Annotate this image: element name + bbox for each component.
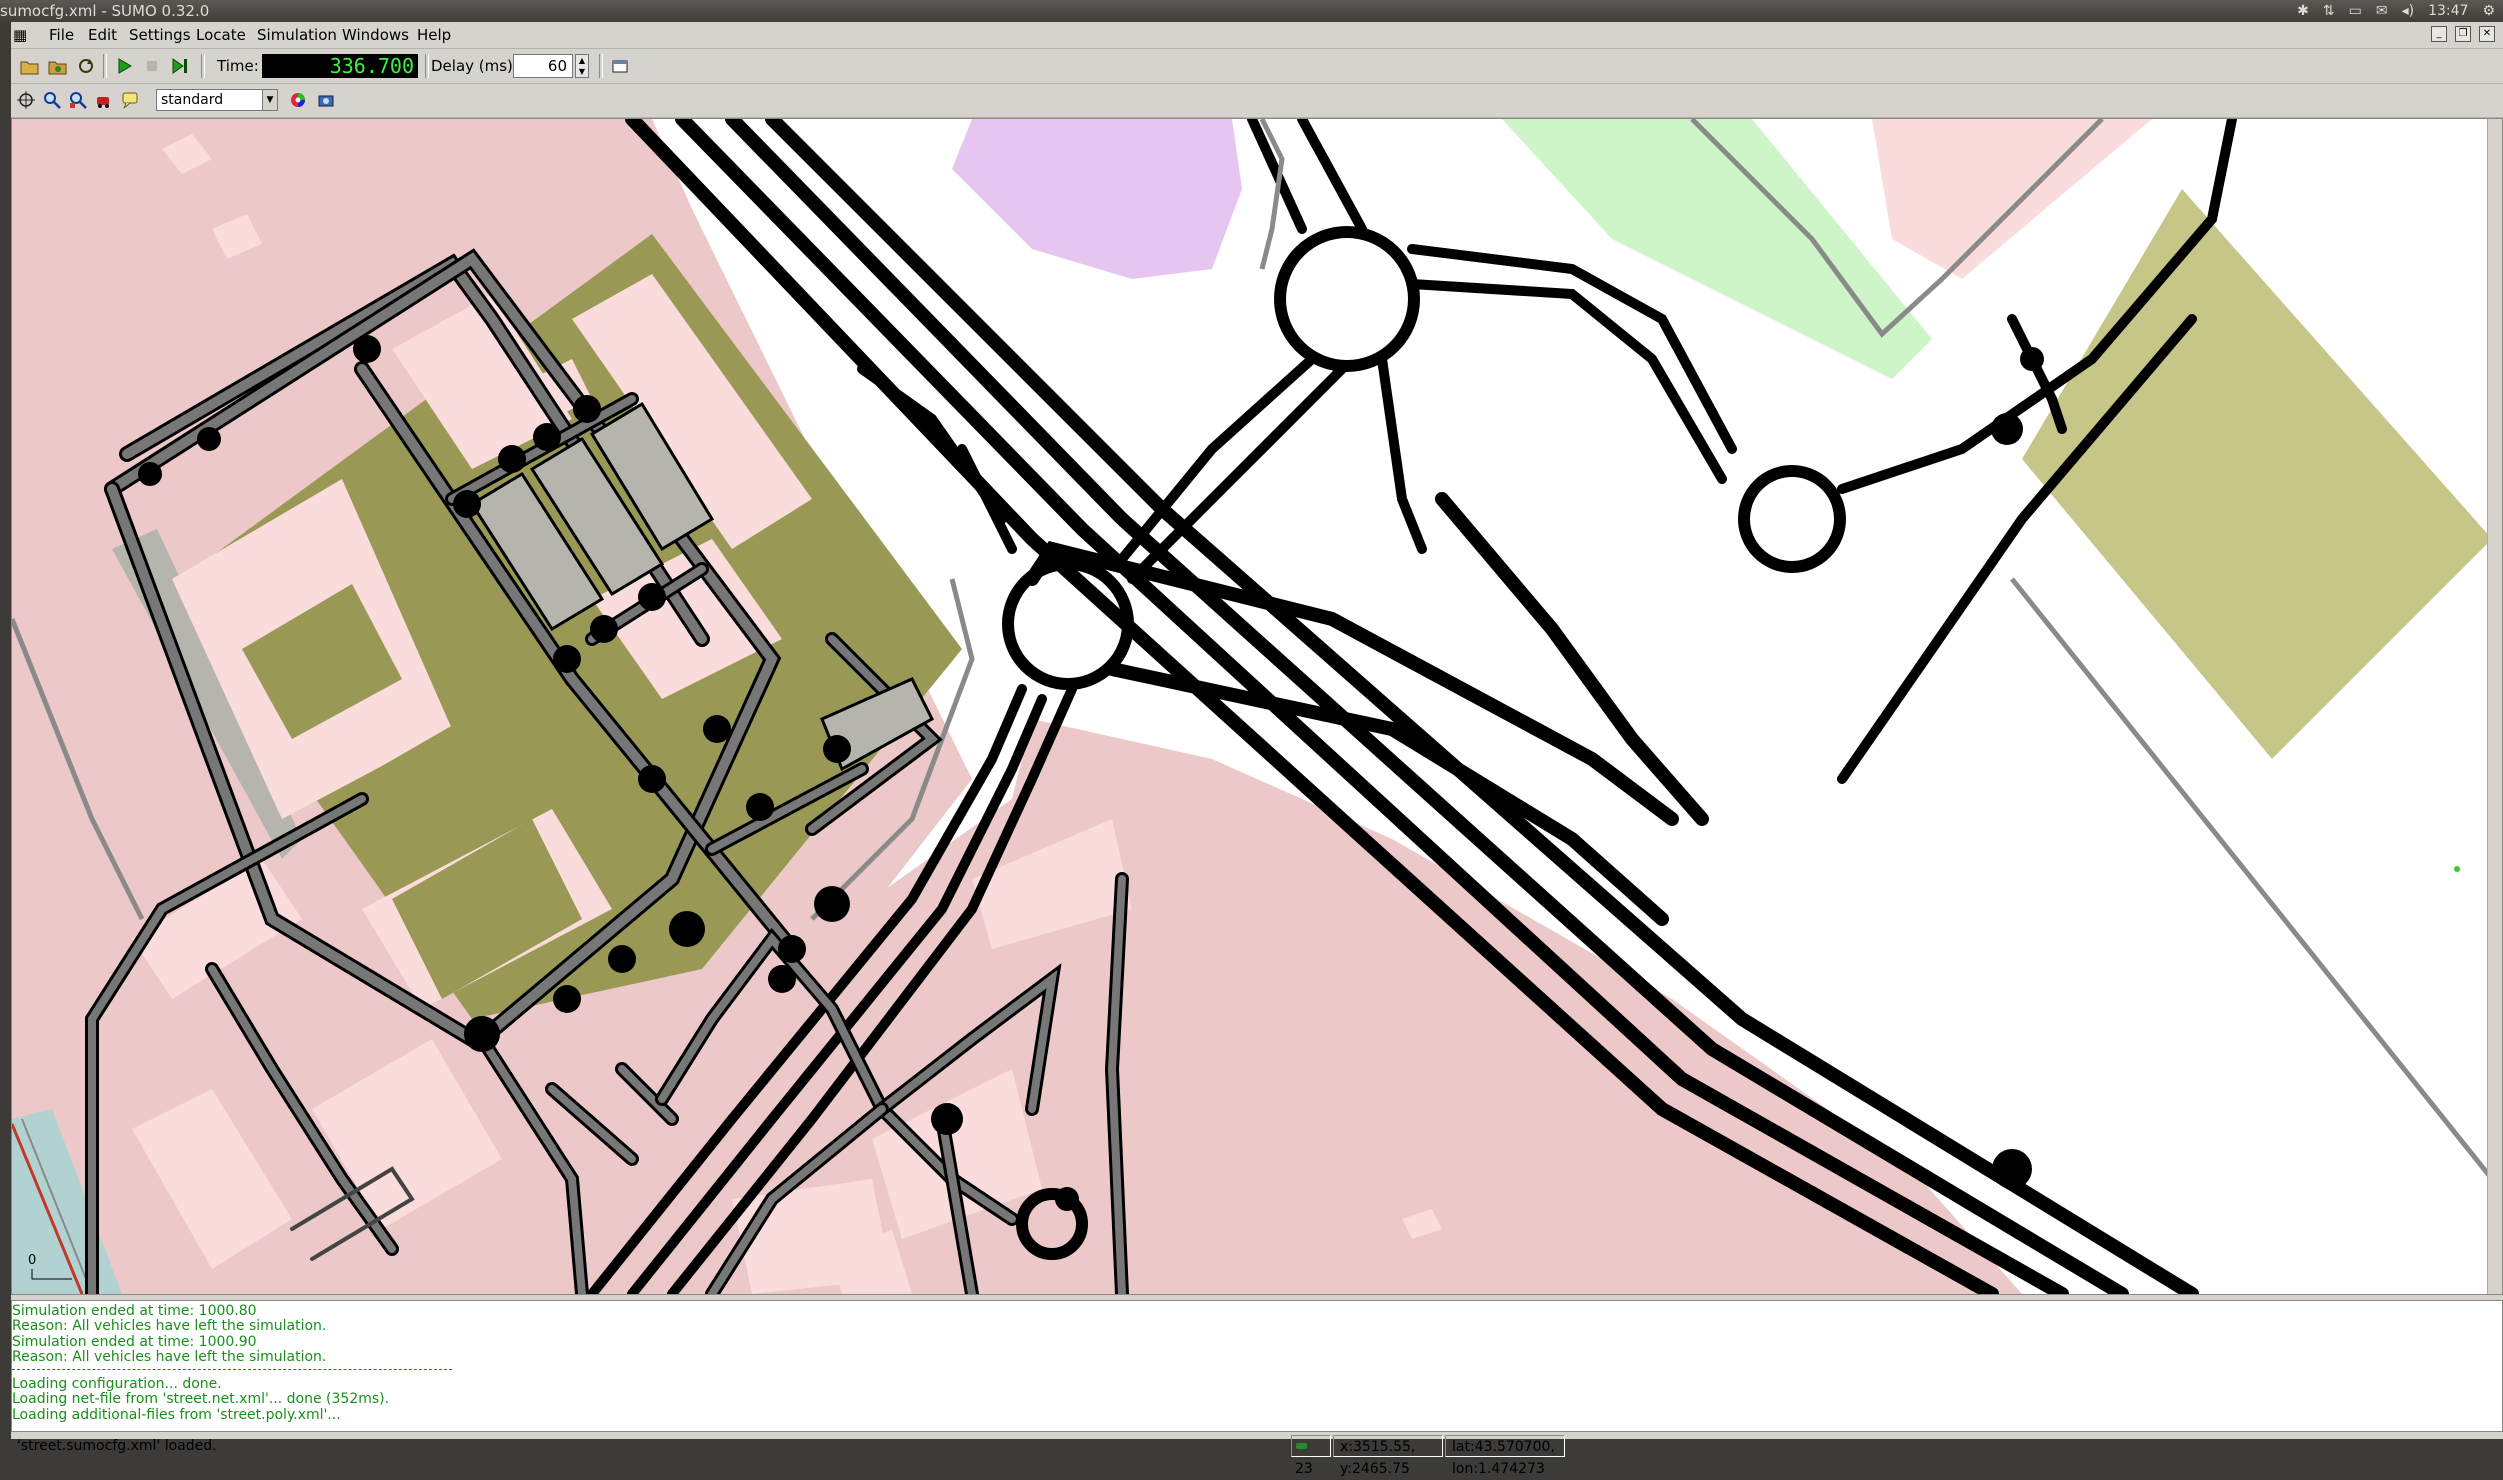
menu-bar: ▦ File Edit Settings Locate Simulation W… — [11, 22, 2503, 49]
run-button[interactable] — [111, 53, 137, 79]
network-icon[interactable]: ⇅ — [2323, 0, 2335, 22]
menu-windows[interactable]: Windows — [342, 22, 409, 48]
log-line: Loading configuration... done. — [12, 1376, 222, 1393]
toggle-tooltips-button[interactable] — [117, 87, 143, 113]
magnifier-icon — [44, 92, 61, 109]
delay-spinner[interactable]: ▲ ▼ — [575, 54, 589, 78]
log-line: Reason: All vehicles have left the simul… — [12, 1348, 327, 1365]
network-view[interactable]: 0 — [11, 118, 2503, 1295]
menu-edit[interactable]: Edit — [88, 22, 117, 48]
mail-icon[interactable]: ✉ — [2376, 0, 2388, 22]
vehicle-icon — [97, 97, 109, 108]
vehicle-count-value: 23 — [1295, 1461, 1313, 1477]
time-display: 336.700 — [262, 54, 418, 78]
geo-coordinates-readout: lat:43.570700, lon:1.474273 — [1445, 1435, 1565, 1477]
vehicle-icon — [1296, 1443, 1307, 1449]
coordinates-readout: x:3515.55, y:2465.75 — [1333, 1435, 1443, 1477]
settings-gear-icon[interactable]: ⚙ — [2482, 0, 2495, 22]
window-titlebar: sumocfg.xml - SUMO 0.32.0 ✱ ⇅ ▭ ✉ ◂) 13:… — [0, 0, 2503, 22]
window-title: sumocfg.xml - SUMO 0.32.0 — [0, 2, 210, 20]
log-line: Simulation ended at time: 1000.80 — [12, 1303, 257, 1319]
log-line: Simulation ended at time: 1000.90 — [12, 1333, 257, 1350]
color-wheel-icon — [291, 93, 305, 107]
stop-icon — [147, 61, 157, 71]
map-scrollbar[interactable] — [2487, 119, 2502, 1294]
window-icon — [612, 60, 628, 73]
menu-locate[interactable]: Locate — [196, 22, 246, 48]
open-network-button[interactable] — [45, 53, 71, 79]
camera-icon — [318, 95, 334, 107]
menu-file[interactable]: File — [49, 22, 74, 48]
magnifier-edge-icon — [70, 92, 87, 109]
network-map[interactable]: 0 — [12, 119, 2488, 1294]
mdi-window-controls: _ ❐ ✕ — [2431, 26, 2495, 42]
restore-icon[interactable]: ❐ — [2455, 26, 2471, 42]
clock[interactable]: 13:47 — [2428, 0, 2468, 22]
log-separator — [12, 1369, 452, 1371]
color-scheme-value: standard — [161, 92, 224, 108]
scale-label: 0 — [28, 1253, 36, 1268]
keyboard-icon[interactable]: ▭ — [2349, 0, 2362, 22]
play-icon — [118, 58, 132, 74]
minimize-icon[interactable]: _ — [2431, 26, 2447, 42]
new-view-button[interactable] — [607, 53, 633, 79]
chevron-down-icon[interactable]: ▼ — [262, 90, 277, 110]
main-toolbar: Time: 336.700 Delay (ms): 60 ▲ ▼ — [11, 49, 2503, 84]
menu-settings[interactable]: Settings — [129, 22, 191, 48]
volume-icon[interactable]: ◂) — [2402, 0, 2415, 22]
stop-button[interactable] — [139, 53, 165, 79]
open-folder-icon — [20, 61, 39, 75]
locate-vehicle-button[interactable] — [91, 87, 117, 113]
delay-input[interactable]: 60 — [513, 54, 573, 78]
color-scheme-select[interactable]: standard ▼ — [156, 89, 278, 111]
log-line: Loading additional-files from 'street.po… — [12, 1406, 341, 1423]
menu-simulation[interactable]: Simulation — [257, 22, 337, 48]
step-icon — [172, 58, 187, 74]
log-line: Loading net-file from 'street.net.xml'..… — [12, 1391, 390, 1408]
open-network-icon — [48, 61, 67, 75]
locate-edge-button[interactable] — [65, 87, 91, 113]
app-menu-icon[interactable]: ▦ — [13, 22, 27, 48]
status-message: 'street.sumocfg.xml' loaded. — [17, 1438, 217, 1454]
locate-junction-button[interactable] — [39, 87, 65, 113]
open-config-button[interactable] — [17, 53, 43, 79]
edit-visualization-button[interactable] — [285, 87, 311, 113]
reload-icon — [79, 59, 93, 73]
sumo-gui-window: ▦ File Edit Settings Locate Simulation W… — [11, 22, 2503, 1477]
log-line: Reason: All vehicles have left the simul… — [12, 1318, 327, 1335]
close-icon[interactable]: ✕ — [2479, 26, 2495, 42]
recenter-view-button[interactable] — [13, 87, 39, 113]
delay-label: Delay (ms): — [431, 57, 518, 75]
menu-help[interactable]: Help — [417, 22, 451, 48]
reload-button[interactable] — [73, 53, 99, 79]
bluetooth-icon[interactable]: ✱ — [2297, 0, 2309, 22]
vehicle-count: 23 — [1291, 1435, 1331, 1477]
screenshot-button[interactable] — [313, 87, 339, 113]
system-tray: ✱ ⇅ ▭ ✉ ◂) 13:47 ⚙ — [2297, 0, 2495, 22]
step-button[interactable] — [167, 53, 193, 79]
crosshair-icon — [17, 91, 35, 109]
status-bar: 'street.sumocfg.xml' loaded. 23 x:3515.5… — [11, 1432, 2503, 1477]
view-toolbar: standard ▼ — [11, 85, 2503, 118]
time-label: Time: — [217, 57, 259, 75]
message-log[interactable]: Simulation ended at time: 1000.80 Reason… — [11, 1300, 2503, 1432]
tooltip-icon — [122, 92, 138, 109]
